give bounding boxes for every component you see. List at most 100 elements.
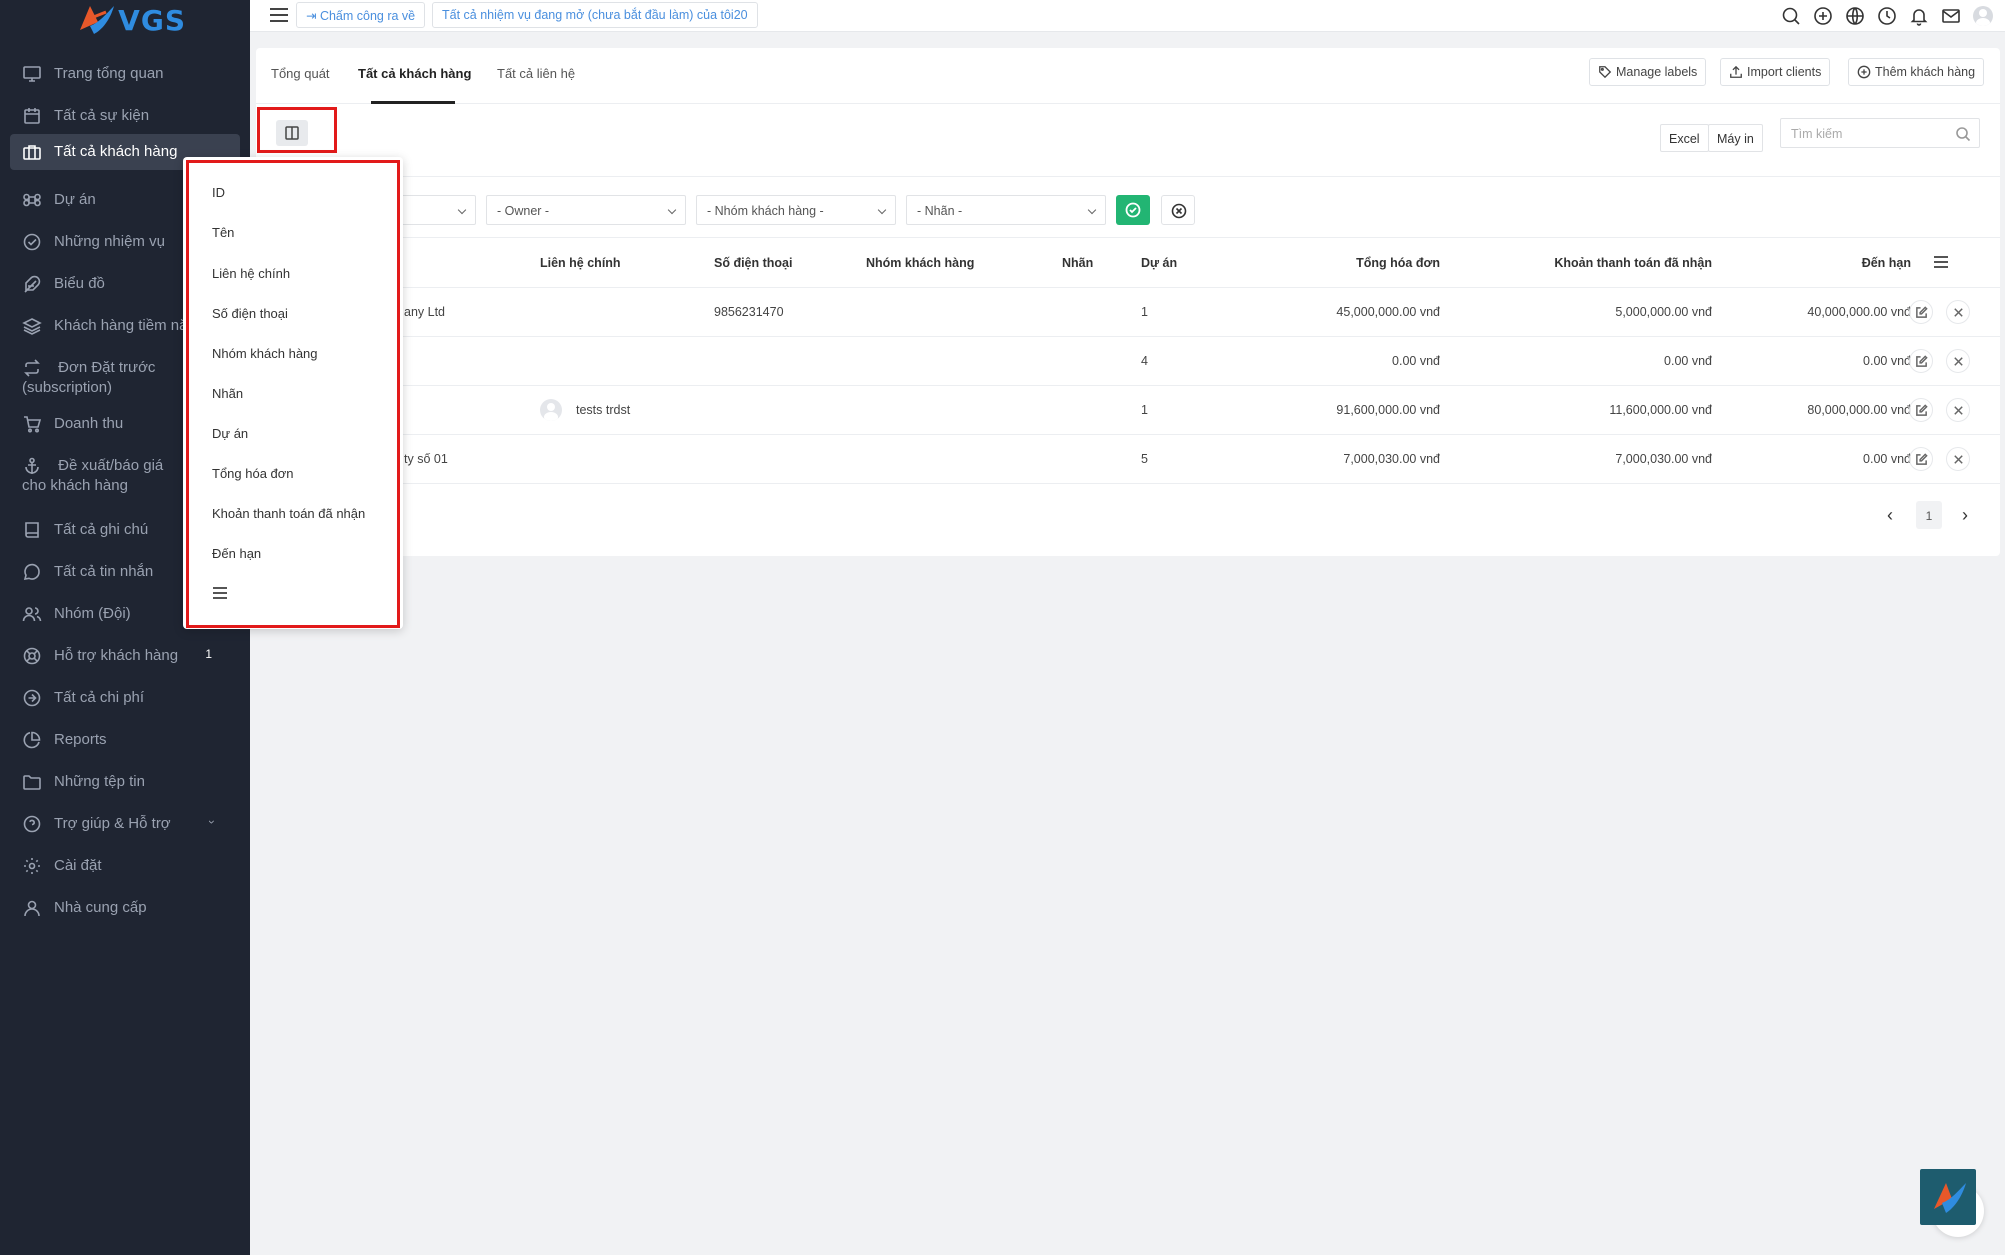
brand-name: VGS xyxy=(118,3,186,37)
edit-icon xyxy=(1916,355,1928,367)
sidebar-item-help[interactable]: Trợ giúp & Hỗ trợ › xyxy=(10,806,240,840)
client-payment-received: 5,000,000.00 vnđ xyxy=(1615,305,1712,319)
column-header-labels[interactable]: Nhãn xyxy=(1062,256,1093,270)
sidebar-item-label: Tất cả sự kiện xyxy=(54,107,150,124)
client-projects: 5 xyxy=(1141,452,1148,466)
client-total-invoiced: 91,600,000.00 vnđ xyxy=(1336,403,1440,417)
repeat-icon xyxy=(22,358,42,378)
top-icons xyxy=(1781,6,1993,26)
client-projects: 1 xyxy=(1141,305,1148,319)
page-number[interactable]: 1 xyxy=(1916,501,1942,529)
search-icon[interactable] xyxy=(1781,6,1801,26)
support-count-badge: 1 xyxy=(205,647,212,661)
client-name[interactable]: any Ltd xyxy=(404,305,445,319)
owner-filter-select[interactable]: - Owner - xyxy=(486,195,686,225)
tab-all-clients[interactable]: Tất cả khách hàng xyxy=(358,66,471,81)
delete-button[interactable] xyxy=(1946,398,1970,422)
edit-button[interactable] xyxy=(1909,447,1933,471)
clear-filter-button[interactable] xyxy=(1161,195,1195,225)
clock-icon[interactable] xyxy=(1877,6,1897,26)
chat-widget-button[interactable] xyxy=(1920,1169,1976,1225)
client-primary-contact[interactable]: tests trdst xyxy=(576,403,630,417)
edit-button[interactable] xyxy=(1909,398,1933,422)
tab-bar: Tổng quát Tất cả khách hàng Tất cả liên … xyxy=(256,48,2000,104)
client-projects: 1 xyxy=(1141,403,1148,417)
column-header-projects[interactable]: Dự án xyxy=(1141,256,1177,270)
anchor-icon xyxy=(22,456,42,476)
client-name[interactable]: ty số 01 xyxy=(404,452,448,466)
tab-all-contacts[interactable]: Tất cả liên hệ xyxy=(497,66,575,81)
sidebar-item-label: Biểu đồ xyxy=(54,275,105,292)
filter-bar: - Owner - - Nhóm khách hàng - - Nhãn - xyxy=(256,176,2000,238)
label-filter-select[interactable]: - Nhãn - xyxy=(906,195,1106,225)
mail-icon[interactable] xyxy=(1941,6,1961,26)
edit-button[interactable] xyxy=(1909,349,1933,373)
clock-out-button[interactable]: ⇥ Chấm công ra về xyxy=(296,2,426,28)
bell-icon[interactable] xyxy=(1909,6,1929,26)
column-header-client-group[interactable]: Nhóm khách hàng xyxy=(866,256,974,270)
next-page-button[interactable]: › xyxy=(1962,505,1968,533)
sidebar-item-reports[interactable]: Reports xyxy=(10,722,240,756)
filter-select-partial[interactable] xyxy=(396,195,476,225)
apply-filter-button[interactable] xyxy=(1116,195,1150,225)
search-input[interactable]: Tìm kiếm xyxy=(1780,118,1980,148)
delete-button[interactable] xyxy=(1946,349,1970,373)
delete-button[interactable] xyxy=(1946,447,1970,471)
user-avatar[interactable] xyxy=(1973,6,1993,26)
column-toggle-highlight xyxy=(257,107,337,153)
add-client-button[interactable]: Thêm khách hàng xyxy=(1848,58,1985,86)
tab-overview[interactable]: Tổng quát xyxy=(271,66,330,81)
top-bar: ⇥ Chấm công ra về Tất cả nhiệm vụ đang m… xyxy=(250,0,2005,32)
column-header-phone[interactable]: Số điện thoại xyxy=(714,256,792,270)
column-header-due[interactable]: Đến hạn xyxy=(1811,256,1911,270)
import-clients-label: Import clients xyxy=(1747,65,1822,79)
client-group-filter-select[interactable]: - Nhóm khách hàng - xyxy=(696,195,896,225)
table-row[interactable]: tests trdst 1 91,600,000.00 vnđ 11,600,0… xyxy=(256,386,2000,435)
sidebar-item-proposals[interactable]: Đề xuất/báo giá cho khách hàng xyxy=(10,448,178,498)
plus-circle-icon[interactable] xyxy=(1813,6,1833,26)
sidebar-item-label: Cài đặt xyxy=(54,857,102,874)
vgs-logo-icon xyxy=(1934,1183,1966,1213)
sidebar-item-expenses[interactable]: Tất cả chi phí xyxy=(10,680,240,714)
prev-page-button[interactable]: ‹ xyxy=(1887,505,1893,533)
sidebar-item-label: Hỗ trợ khách hàng xyxy=(54,647,179,664)
sidebar-item-label: Đơn Đặt trước (subscription) xyxy=(22,359,156,396)
pie-chart-icon xyxy=(22,730,42,750)
client-total-invoiced: 45,000,000.00 vnđ xyxy=(1336,305,1440,319)
open-tasks-button[interactable]: Tất cả nhiệm vụ đang mở (chưa bắt đầu là… xyxy=(432,2,758,28)
sidebar-item-label: Nhà cung cấp xyxy=(54,899,147,916)
globe-icon[interactable] xyxy=(1845,6,1865,26)
layers-icon xyxy=(22,316,42,336)
client-payment-received: 11,600,000.00 vnđ xyxy=(1609,403,1712,417)
excel-export-button[interactable]: Excel xyxy=(1660,124,1709,152)
edit-icon xyxy=(1916,306,1928,318)
table-row[interactable]: any Ltd 9856231470 1 45,000,000.00 vnđ 5… xyxy=(256,288,2000,337)
import-clients-button[interactable]: Import clients xyxy=(1720,58,1831,86)
sidebar-item-settings[interactable]: Cài đặt xyxy=(10,848,240,882)
table-header: Liên hệ chính Số điện thoại Nhóm khách h… xyxy=(256,238,2000,288)
column-header-primary-contact[interactable]: Liên hệ chính xyxy=(540,256,621,270)
print-button[interactable]: Máy in xyxy=(1708,124,1763,152)
close-icon xyxy=(1954,406,1963,415)
sidebar-item-label: Nhóm (Đội) xyxy=(54,605,131,622)
column-header-total-invoiced[interactable]: Tổng hóa đơn xyxy=(1320,256,1440,270)
edit-button[interactable] xyxy=(1909,300,1933,324)
column-header-payment-received[interactable]: Khoản thanh toán đã nhận xyxy=(1512,256,1712,270)
sidebar-item-vendors[interactable]: Nhà cung cấp xyxy=(10,890,240,924)
sidebar-item-support[interactable]: Hỗ trợ khách hàng 1 xyxy=(10,638,240,672)
table-menu-icon[interactable] xyxy=(1934,256,1948,271)
menu-toggle-icon[interactable] xyxy=(270,8,288,22)
sidebar-item-files[interactable]: Những tệp tin xyxy=(10,764,240,798)
sidebar-item-dashboard[interactable]: Trang tổng quan xyxy=(10,56,240,90)
client-phone: 9856231470 xyxy=(714,305,784,319)
upload-icon xyxy=(1730,65,1742,78)
logo[interactable]: VGS xyxy=(76,0,186,40)
check-circle-icon xyxy=(1125,202,1141,218)
delete-button[interactable] xyxy=(1946,300,1970,324)
book-icon xyxy=(22,520,42,540)
manage-labels-button[interactable]: Manage labels xyxy=(1589,58,1707,86)
table-row[interactable]: ty số 01 5 7,000,030.00 vnđ 7,000,030.00… xyxy=(256,435,2000,484)
sidebar-item-events[interactable]: Tất cả sự kiện xyxy=(10,98,240,132)
table-row[interactable]: 4 0.00 vnđ 0.00 vnđ 0.00 vnđ xyxy=(256,337,2000,386)
message-icon xyxy=(22,562,42,582)
